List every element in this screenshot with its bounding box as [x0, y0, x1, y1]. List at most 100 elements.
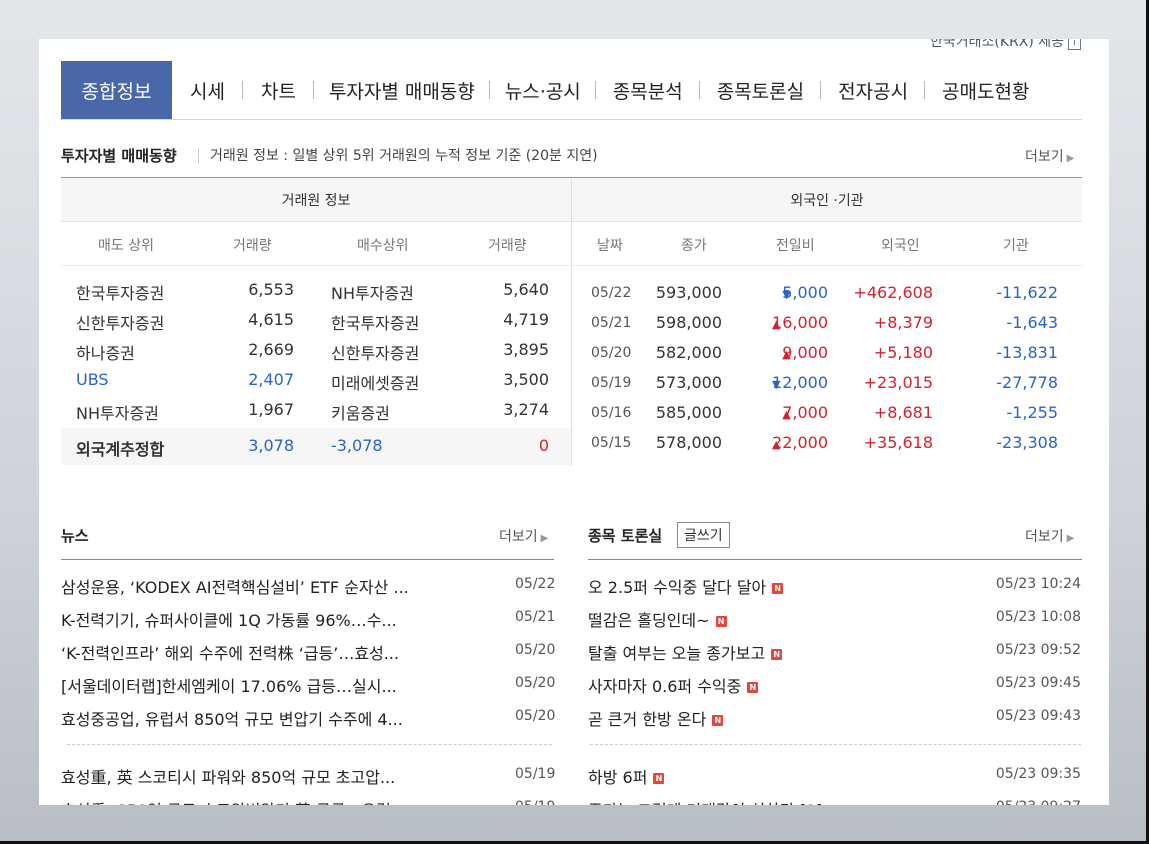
news-item-title[interactable]: 효성重, 英 스코티시 파워와 850억 규모 초고압...	[61, 764, 395, 788]
sell-broker[interactable]: 하나증권	[76, 340, 135, 364]
row-change: ▲ 22,000	[772, 433, 828, 452]
news-item-title[interactable]: 효성중공업, 유럽서 850억 규모 변압기 수주에 4...	[61, 706, 403, 730]
row-close: 593,000	[655, 283, 722, 302]
tab-label: 전자공시	[838, 80, 909, 103]
row-change: ▼ 12,000	[772, 373, 828, 392]
news-item-title[interactable]: 효성重, 850억 규모 초고압변압기 英 공급…유럽...	[61, 797, 406, 805]
tab-2[interactable]: 차트	[243, 61, 314, 119]
row-change: ▲ 9,000	[782, 343, 828, 362]
sell-broker[interactable]: UBS	[76, 370, 109, 389]
row-close: 585,000	[655, 403, 722, 422]
news-section-title: 뉴스	[61, 527, 89, 545]
more-label: 더보기	[1025, 529, 1064, 545]
broker-row: 하나증권 2,669 신한투자증권 3,895	[61, 336, 571, 366]
news-item-title[interactable]: ‘K-전력인프라’ 해외 수주에 전력株 ‘급등’…효성...	[61, 640, 399, 664]
board-item[interactable]: 떨감은 홀딩인데~ N	[588, 607, 727, 631]
investor-section-desc: 거래원 정보 : 일별 상위 5위 거래원의 누적 정보 기준 (20분 지연)	[210, 148, 598, 164]
sell-volume: 4,615	[248, 310, 294, 329]
col-buy-top: 매수상위	[357, 238, 409, 254]
tab-1[interactable]: 시세	[172, 61, 243, 119]
board-item-date: 05/23 09:45	[995, 675, 1081, 691]
new-badge-icon: N	[747, 682, 759, 693]
row-close: 578,000	[655, 433, 722, 452]
buy-broker[interactable]: NH투자증권	[331, 280, 414, 304]
news-item-title[interactable]: K-전력기기, 슈퍼사이클에 1Q 가동률 96%…수...	[61, 607, 397, 631]
new-badge-icon: N	[653, 773, 665, 784]
board-item[interactable]: 사자마자 0.6퍼 수익중 N	[588, 673, 759, 697]
board-section-title: 종목 토론실	[588, 527, 663, 545]
broker-row: 신한투자증권 4,615 한국투자증권 4,719	[61, 306, 571, 336]
tab-7[interactable]: 전자공시	[821, 61, 926, 119]
chevron-right-icon: ▶	[1066, 533, 1075, 544]
investor-section-title: 투자자별 매매동향	[61, 147, 177, 165]
chevron-right-icon: ▶	[540, 533, 549, 544]
buy-volume: 4,719	[503, 310, 549, 329]
sell-broker[interactable]: NH투자증권	[76, 400, 159, 424]
board-item[interactable]: 오 2.5퍼 수익중 달다 달아 N	[588, 574, 784, 598]
board-item-date: 05/23 10:24	[995, 576, 1081, 592]
chevron-right-icon: ▶	[1066, 153, 1075, 164]
board-item[interactable]: 탈출 여부는 오늘 종가보고 N	[588, 640, 783, 664]
row-change: ▲ 16,000	[772, 313, 828, 332]
row-institution: -1,255	[1006, 403, 1058, 422]
news-item-title[interactable]: 삼성운용, ‘KODEX AI전력핵심설비’ ETF 순자산 ...	[61, 574, 409, 598]
broker-row: 한국투자증권 6,553 NH투자증권 5,640	[61, 276, 571, 306]
row-foreigner: +462,608	[853, 283, 933, 302]
sell-broker[interactable]: 한국투자증권	[76, 280, 164, 304]
news-item-title[interactable]: [서울데이터랩]한세엠케이 17.06% 급등…실시...	[61, 673, 397, 697]
col-date: 날짜	[597, 238, 623, 254]
foreign-sum-net: 0	[538, 436, 549, 455]
provider-label: 한국거래소(KRX) 제공	[929, 39, 1064, 50]
new-badge-icon: N	[771, 649, 783, 660]
board-item[interactable]: 하방 6퍼 N	[588, 764, 665, 788]
sell-broker[interactable]: 신한투자증권	[76, 310, 164, 334]
buy-volume: 3,895	[503, 340, 549, 359]
board-item[interactable]: 주가는 그런데 거래량이 심하다 [2]N	[588, 797, 839, 805]
tab-label: 투자자별 매매동향	[328, 80, 475, 103]
board-dashed-divider	[590, 744, 1081, 745]
row-close: 573,000	[655, 373, 722, 392]
new-badge-icon: N	[712, 715, 724, 726]
board-divider	[588, 559, 1082, 560]
buy-broker[interactable]: 신한투자증권	[331, 340, 419, 364]
foreign-row: 05/15 578,000 ▲ 22,000 +35,618 -23,308	[572, 428, 1082, 458]
foreign-sum-buy: -3,078	[331, 436, 383, 455]
board-more-link[interactable]: 더보기 ▶	[1025, 526, 1074, 546]
row-institution: -13,831	[996, 343, 1058, 362]
tab-0[interactable]: 종합정보	[61, 61, 172, 119]
arrow-down-icon: ▼	[772, 378, 781, 391]
investor-trading-table: 거래원 정보 매도 상위 거래량 매수상위 거래량 한국투자증권 6,553 NH투…	[61, 177, 1082, 466]
col-sell-top: 매도 상위	[98, 238, 154, 254]
info-icon[interactable]: i	[1068, 39, 1081, 50]
tab-5[interactable]: 종목분석	[596, 61, 700, 119]
sell-volume: 1,967	[248, 400, 294, 419]
arrow-up-icon: ▲	[782, 348, 791, 361]
tab-4[interactable]: 뉴스·공시	[490, 61, 596, 119]
buy-broker[interactable]: 미래에셋증권	[331, 370, 419, 394]
tab-label: 차트	[260, 80, 296, 103]
foreign-sum-row: 외국계추정합 3,078 -3,078 0	[61, 428, 571, 465]
buy-broker[interactable]: 키움증권	[331, 400, 390, 424]
board-item-title: 떨감은 홀딩인데~	[588, 611, 710, 630]
row-date: 05/20	[591, 345, 632, 361]
broker-row: UBS 2,407 미래에셋증권 3,500	[61, 366, 571, 396]
buy-broker[interactable]: 한국투자증권	[331, 310, 419, 334]
foreign-row: 05/16 585,000 ▲ 7,000 +8,681 -1,255	[572, 398, 1082, 428]
news-more-link[interactable]: 더보기 ▶	[499, 526, 548, 546]
arrow-up-icon: ▲	[782, 408, 791, 421]
tab-label: 뉴스·공시	[504, 80, 581, 103]
row-close: 582,000	[655, 343, 722, 362]
tab-6[interactable]: 종목토론실	[700, 61, 822, 119]
board-item[interactable]: 곧 큰거 한방 온다 N	[588, 706, 724, 730]
foreign-sum-sell: 3,078	[248, 436, 294, 455]
row-foreigner: +23,015	[863, 373, 933, 392]
tab-3[interactable]: 투자자별 매매동향	[314, 61, 490, 119]
row-institution: -1,643	[1006, 313, 1058, 332]
col-buy-volume: 거래량	[488, 238, 527, 254]
foreign-row: 05/20 582,000 ▲ 9,000 +5,180 -13,831	[572, 338, 1082, 368]
investor-more-link[interactable]: 더보기 ▶	[1025, 146, 1074, 166]
tab-8[interactable]: 공매도현황	[925, 61, 1046, 119]
buy-volume: 5,640	[503, 280, 549, 299]
write-post-button[interactable]: 글쓰기	[677, 522, 730, 548]
news-item-date: 05/21	[515, 609, 556, 625]
